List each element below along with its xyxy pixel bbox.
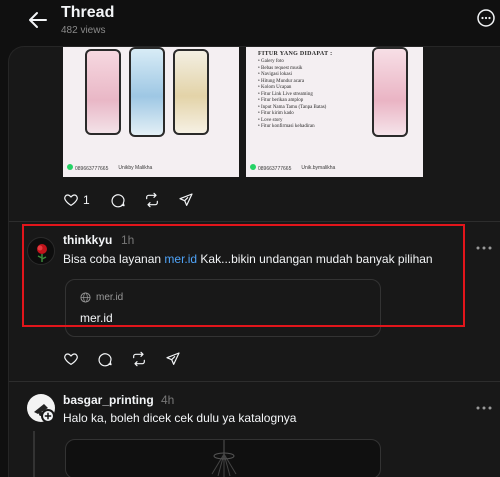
comment-button[interactable]	[110, 191, 128, 209]
thread-header: Thread 482 views	[0, 0, 500, 46]
promo-contact-row: 089663777665 Unik.bymalikha	[250, 163, 419, 173]
view-count: 482 views	[61, 25, 106, 36]
follow-plus-icon[interactable]	[41, 409, 55, 423]
reply-time: 4h	[161, 393, 175, 407]
chandelier-image	[211, 440, 237, 477]
heart-icon	[64, 353, 78, 366]
promo-image-features[interactable]: FITUR YANG DIDAPAT : Galery foto Bebas r…	[246, 47, 423, 177]
repost-icon	[133, 351, 145, 367]
divider	[9, 221, 500, 222]
comment-icon	[111, 194, 125, 208]
promo-image-invitation-designs[interactable]: 089663777665 Unikby Malikha	[63, 47, 239, 177]
highlight-box	[22, 224, 465, 327]
reply-username[interactable]: basgar_printing	[63, 393, 154, 407]
more-options-icon[interactable]	[476, 8, 496, 28]
like-button[interactable]	[63, 191, 81, 209]
phone-mockup	[129, 47, 165, 137]
whatsapp-icon	[67, 164, 73, 170]
share-button[interactable]	[178, 191, 196, 209]
post-actions: 1	[63, 191, 212, 209]
phone-mockup	[372, 47, 408, 137]
share-button[interactable]	[165, 350, 183, 368]
repost-button[interactable]	[131, 350, 149, 368]
comment-icon	[98, 353, 112, 367]
more-options-icon[interactable]	[476, 237, 492, 250]
heart-icon	[64, 194, 78, 207]
like-count: 1	[83, 193, 90, 207]
features-list: FITUR YANG DIDAPAT : Galery foto Bebas r…	[258, 51, 350, 131]
divider	[9, 381, 500, 382]
phone-mockup	[85, 49, 121, 135]
page-title: Thread	[61, 4, 115, 21]
send-icon	[166, 352, 180, 365]
back-arrow-icon[interactable]	[26, 8, 50, 32]
promo-contact-row: 089663777665 Unikby Malikha	[67, 163, 235, 173]
repost-icon	[145, 192, 158, 208]
reply-actions	[63, 350, 199, 368]
reply-image-card[interactable]	[65, 439, 381, 477]
like-button[interactable]	[63, 350, 81, 368]
send-icon	[179, 193, 193, 206]
reply-text: Halo ka, boleh dicek cek dulu ya katalog…	[63, 411, 297, 425]
repost-button[interactable]	[144, 191, 162, 209]
thread-line	[33, 431, 35, 477]
more-options-icon[interactable]	[476, 397, 492, 410]
phone-mockup	[173, 49, 209, 135]
comment-button[interactable]	[97, 350, 115, 368]
whatsapp-icon	[250, 164, 256, 170]
